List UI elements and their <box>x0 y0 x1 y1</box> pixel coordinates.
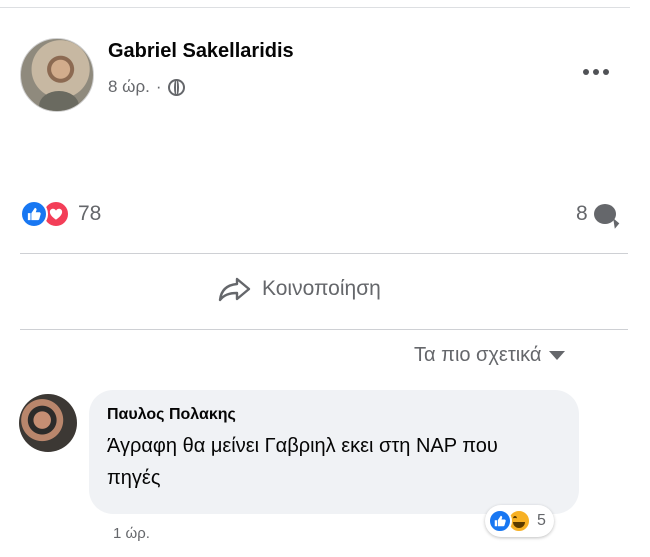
comment-count: 8 <box>576 202 588 225</box>
globe-icon <box>167 78 185 96</box>
reaction-count: 78 <box>78 202 102 225</box>
commenter-avatar[interactable] <box>19 394 77 452</box>
comments-count-link[interactable]: 8 <box>576 202 616 226</box>
more-dot <box>583 69 589 75</box>
caret-down-icon <box>549 351 566 360</box>
comment-bubble: Παυλος Πολακης Άγραφη θα μείνει Γαβριηλ … <box>89 390 579 514</box>
share-icon <box>218 277 251 302</box>
like-icon <box>488 509 512 533</box>
more-options-button[interactable] <box>578 60 614 84</box>
comment-reactions[interactable]: 5 <box>485 505 554 537</box>
more-dot <box>593 69 599 75</box>
comment-reaction-count: 5 <box>537 512 546 529</box>
author-avatar[interactable] <box>20 38 94 112</box>
comment-sort-dropdown[interactable]: Τα πιο σχετικά <box>414 344 566 367</box>
sort-label: Τα πιο σχετικά <box>414 344 542 366</box>
share-label: Κοινοποίηση <box>262 277 381 300</box>
divider <box>20 329 628 330</box>
comment-bubble-icon <box>593 204 616 224</box>
reactions-summary[interactable]: 78 <box>20 200 101 228</box>
comment-time[interactable]: 1 ώρ. <box>113 525 150 542</box>
commenter-name[interactable]: Παυλος Πολακης <box>107 406 559 424</box>
divider <box>20 253 628 254</box>
meta-separator: · <box>155 77 162 96</box>
comment-text: Άγραφη θα μείνει Γαβριηλ εκει στη ΝΑΡ πο… <box>107 435 498 489</box>
post-time[interactable]: 8 ώρ. <box>108 77 150 97</box>
post-meta: 8 ώρ. · <box>108 77 185 97</box>
post-author-name[interactable]: Gabriel Sakellaridis <box>108 40 294 63</box>
share-button[interactable]: Κοινοποίηση <box>218 276 381 302</box>
more-dot <box>603 69 609 75</box>
like-icon <box>20 200 48 228</box>
top-divider <box>0 7 630 8</box>
